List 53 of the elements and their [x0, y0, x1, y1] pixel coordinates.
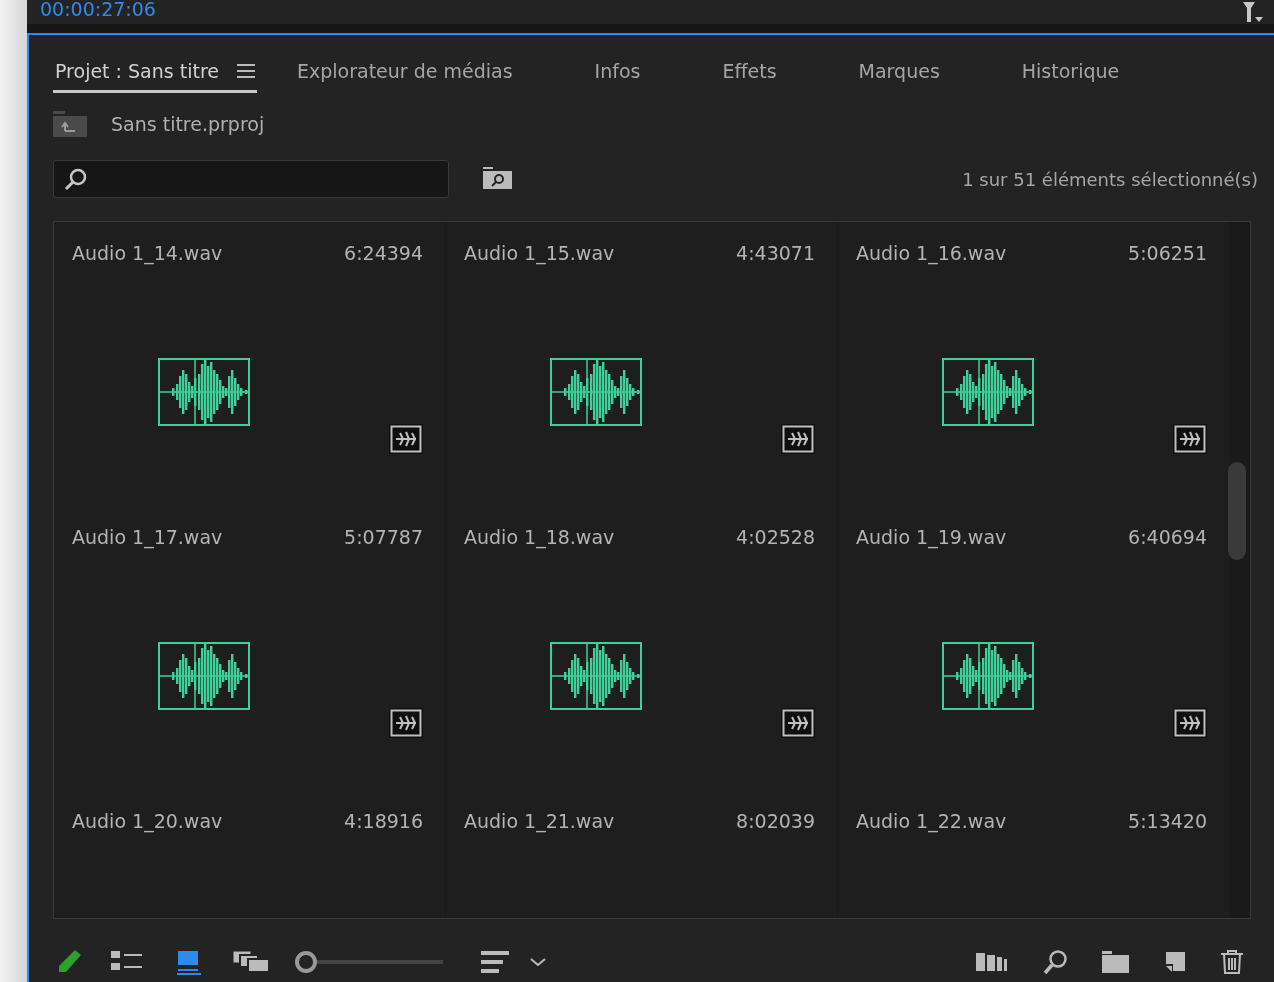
clip-name[interactable]: Audio 1_17.wav	[72, 526, 223, 548]
clip-duration: 6:24394	[344, 242, 423, 264]
clip-duration: 5:13420	[1128, 810, 1207, 832]
icon-view-button[interactable]	[177, 949, 201, 975]
project-path: Sans titre.prproj	[111, 113, 265, 135]
search-field[interactable]	[53, 160, 449, 198]
audio-clip-icon	[1173, 424, 1207, 454]
clip-name[interactable]: Audio 1_18.wav	[464, 526, 615, 548]
panel-tab[interactable]: Explorateur de médias	[295, 60, 515, 93]
delete-button[interactable]	[1220, 949, 1244, 975]
clip-name[interactable]: Audio 1_15.wav	[464, 242, 615, 264]
clip-duration: 6:40694	[1128, 526, 1207, 548]
new-folder-button[interactable]	[1102, 950, 1130, 974]
panel-tab[interactable]: Marques	[856, 60, 942, 93]
sort-button[interactable]	[481, 949, 511, 975]
audio-clip-icon	[1173, 708, 1207, 738]
clip-name[interactable]: Audio 1_20.wav	[72, 810, 223, 832]
selection-count: 1 sur 51 éléments sélectionné(s)	[962, 168, 1258, 190]
clip-duration: 5:06251	[1128, 242, 1207, 264]
waveform-icon	[157, 358, 250, 426]
clip-name[interactable]: Audio 1_22.wav	[856, 810, 1007, 832]
clip-duration: 5:07787	[344, 526, 423, 548]
clip-name[interactable]: Audio 1_14.wav	[72, 242, 223, 264]
clip-duration: 4:18916	[344, 810, 423, 832]
menu-icon[interactable]	[237, 63, 255, 79]
search-button[interactable]	[1042, 949, 1068, 975]
folder-up-icon[interactable]	[53, 111, 87, 137]
waveform-icon	[941, 642, 1034, 710]
clip-name[interactable]: Audio 1_19.wav	[856, 526, 1007, 548]
panel-tab[interactable]: Effets	[720, 60, 779, 93]
audio-clip-icon	[781, 424, 815, 454]
audio-clip-icon	[389, 424, 423, 454]
folder-search-icon[interactable]	[483, 167, 513, 191]
panel-tab[interactable]: Infos	[592, 60, 643, 93]
clip-duration: 4:43071	[736, 242, 815, 264]
chevron-down-icon[interactable]	[529, 956, 547, 968]
waveform-icon	[549, 358, 642, 426]
scrollbar[interactable]	[1228, 462, 1246, 560]
clip-duration: 4:02528	[736, 526, 815, 548]
search-icon	[64, 167, 88, 191]
new-item-button[interactable]	[1164, 950, 1186, 974]
waveform-icon	[157, 642, 250, 710]
waveform-icon	[549, 642, 642, 710]
clip-name[interactable]: Audio 1_16.wav	[856, 242, 1007, 264]
clip-name[interactable]: Audio 1_21.wav	[464, 810, 615, 832]
filter-icon[interactable]	[1242, 2, 1264, 24]
clip-duration: 8:02039	[736, 810, 815, 832]
panel-tab[interactable]: Projet : Sans titre	[53, 60, 257, 93]
audio-clip-icon	[781, 708, 815, 738]
panel-tab[interactable]: Historique	[1019, 60, 1122, 93]
waveform-icon	[941, 358, 1034, 426]
audio-clip-icon	[389, 708, 423, 738]
timecode: 00:00:27:06	[40, 0, 156, 19]
